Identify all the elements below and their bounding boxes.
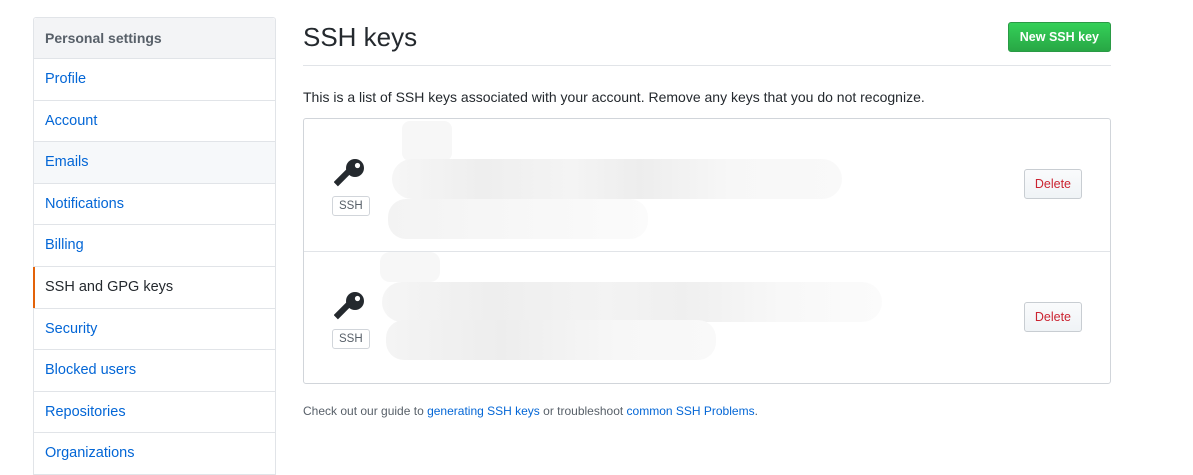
sidebar-item-repositories[interactable]: Repositories [34, 392, 275, 434]
sidebar-item-ssh-gpg-keys[interactable]: SSH and GPG keys [33, 266, 275, 309]
sidebar-item-blocked-users[interactable]: Blocked users [34, 350, 275, 392]
ssh-key-list: SSH Delete SSH Delete [303, 118, 1111, 384]
delete-key-button[interactable]: Delete [1023, 169, 1082, 199]
common-ssh-problems-link[interactable]: common SSH Problems [627, 404, 755, 418]
footer-suffix: . [754, 404, 758, 418]
ssh-keys-panel: SSH keys New SSH key This is a list of S… [303, 17, 1111, 418]
footer-prefix: Check out our guide to [303, 404, 428, 418]
ssh-key-row: SSH Delete [304, 119, 1110, 252]
ssh-key-row: SSH Delete [304, 252, 1110, 384]
sidebar-item-billing[interactable]: Billing [34, 225, 275, 267]
delete-key-button[interactable]: Delete [1023, 302, 1082, 332]
key-icon [334, 292, 364, 320]
key-type-badge: SSH [332, 196, 370, 216]
settings-sidebar: Personal settings Profile Account Emails… [33, 17, 276, 475]
page-description: This is a list of SSH keys associated wi… [303, 89, 925, 105]
help-footer: Check out our guide to generating SSH ke… [303, 404, 758, 418]
new-ssh-key-button[interactable]: New SSH key [1007, 22, 1111, 52]
sidebar-item-emails[interactable]: Emails [34, 142, 275, 184]
generating-ssh-keys-link[interactable]: generating SSH keys [427, 404, 540, 418]
sidebar-item-profile[interactable]: Profile [34, 59, 275, 101]
sidebar-item-account[interactable]: Account [34, 101, 275, 143]
sidebar-item-organizations[interactable]: Organizations [34, 433, 275, 475]
key-type-badge: SSH [332, 329, 370, 349]
sidebar-item-notifications[interactable]: Notifications [34, 184, 275, 226]
key-icon [334, 159, 364, 187]
footer-middle: or troubleshoot [539, 404, 627, 418]
sidebar-header: Personal settings [34, 18, 275, 59]
page-title: SSH keys [303, 22, 418, 52]
page-header: SSH keys New SSH key [303, 17, 1111, 66]
sidebar-item-security[interactable]: Security [34, 309, 275, 351]
